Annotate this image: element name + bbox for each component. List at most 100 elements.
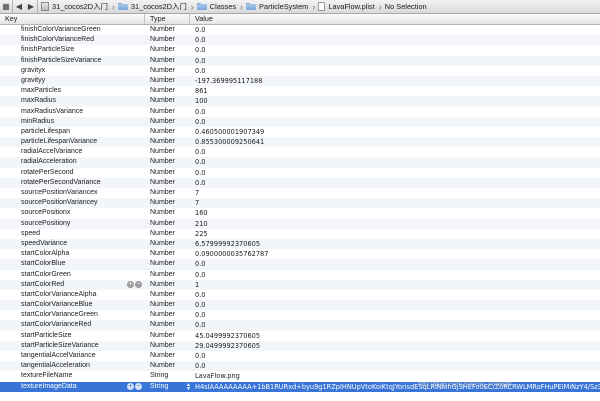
column-header-type[interactable]: Type <box>145 14 190 24</box>
row-value[interactable]: 210 <box>195 219 208 229</box>
table-row[interactable]: sourcePositiony Number 210 <box>0 218 600 229</box>
row-type[interactable]: Number <box>150 219 175 229</box>
table-row[interactable]: finishParticleSizeVariance Number 0.0 <box>0 55 600 66</box>
row-type[interactable]: Number <box>150 107 175 117</box>
breadcrumb-item[interactable]: › LavaFlow.plist <box>308 0 374 14</box>
add-item-icon[interactable]: + <box>127 383 134 391</box>
row-value[interactable]: LavaFlow.png <box>195 371 240 381</box>
table-row[interactable]: startColorBlue Number 0.0 <box>0 259 600 270</box>
row-type[interactable]: Number <box>150 25 175 35</box>
table-row[interactable]: sourcePositionx Number 160 <box>0 208 600 218</box>
row-value[interactable]: 0.0 <box>195 320 206 330</box>
row-type[interactable]: Number <box>150 56 175 66</box>
row-key[interactable]: finishParticleSize <box>21 45 74 55</box>
table-row[interactable]: startColorVarianceGreen Number 0.0 <box>0 310 600 320</box>
row-value[interactable]: 0.0 <box>195 157 206 167</box>
row-value[interactable]: 0.0900000035762787 <box>195 249 268 259</box>
row-key[interactable]: rotatePerSecond <box>21 168 74 178</box>
row-type[interactable]: Number <box>150 168 175 178</box>
row-value[interactable]: 29.0499992370605 <box>195 341 260 351</box>
row-value[interactable]: 1 <box>195 280 199 290</box>
table-row[interactable]: maxParticles Number 861 <box>0 86 600 96</box>
row-key[interactable]: sourcePositionVariancex <box>21 188 98 198</box>
row-value[interactable]: 0.0 <box>195 351 206 361</box>
table-row[interactable]: gravityx Number 0.0 <box>0 66 600 76</box>
row-key[interactable]: startColorRed <box>21 280 64 290</box>
related-items-icon[interactable]: ▦ <box>0 0 12 13</box>
row-key[interactable]: gravityy <box>21 76 45 86</box>
row-key[interactable]: maxRadius <box>21 96 56 106</box>
row-value[interactable]: 0.0 <box>195 270 206 280</box>
row-key[interactable]: particleLifespan <box>21 127 70 137</box>
row-type[interactable]: Number <box>150 137 175 147</box>
row-value[interactable]: 0.0 <box>195 66 206 76</box>
row-type[interactable]: Number <box>150 178 175 188</box>
row-value[interactable]: H4sIAAAAAAAAA+1bB1RURxd+byu9g1RZpIHNUpVt… <box>195 382 600 392</box>
row-type[interactable]: Number <box>150 300 175 310</box>
row-value[interactable]: 225 <box>195 229 208 239</box>
row-value[interactable]: 0.0 <box>195 300 206 310</box>
breadcrumb-item[interactable]: › ParticleSystem <box>236 0 308 14</box>
row-value[interactable]: 0.0 <box>195 361 206 371</box>
row-key[interactable]: sourcePositionVariancey <box>21 198 98 208</box>
row-key[interactable]: startParticleSizeVariance <box>21 341 99 351</box>
breadcrumb-item[interactable]: › No Selection <box>375 0 427 14</box>
row-type[interactable]: Number <box>150 86 175 96</box>
row-key[interactable]: speedVariance <box>21 239 67 249</box>
row-type[interactable]: Number <box>150 35 175 45</box>
row-type[interactable]: Number <box>150 310 175 320</box>
row-type[interactable]: Number <box>150 208 175 218</box>
row-value[interactable]: 0.0 <box>195 117 206 127</box>
row-key[interactable]: rotatePerSecondVariance <box>21 178 101 188</box>
row-type[interactable]: Number <box>150 66 175 76</box>
row-key[interactable]: maxRadiusVariance <box>21 107 83 117</box>
table-row[interactable]: tangentialAcceleration Number 0.0 <box>0 361 600 372</box>
row-type[interactable]: Number <box>150 351 175 361</box>
row-value[interactable]: 0.0 <box>195 56 206 66</box>
row-value[interactable]: 0.0 <box>195 45 206 55</box>
row-type[interactable]: Number <box>150 76 175 86</box>
table-row[interactable]: particleLifespanVariance Number 0.85530000… <box>0 137 600 148</box>
row-value[interactable]: 160 <box>195 208 208 218</box>
breadcrumb-item[interactable]: 31_cocos2D入门 <box>41 0 108 14</box>
row-type[interactable]: Number <box>150 290 175 300</box>
back-arrow-icon[interactable]: ◀ <box>13 0 25 13</box>
table-row[interactable]: particleLifespan Number 0.460500001907349 <box>0 127 600 137</box>
table-row[interactable]: radialAccelVariance Number 0.0 <box>0 147 600 157</box>
row-type[interactable]: Number <box>150 147 175 157</box>
row-type[interactable]: Number <box>150 249 175 259</box>
table-row[interactable]: startColorVarianceBlue Number 0.0 <box>0 300 600 311</box>
table-row[interactable]: finishColorVarianceGreen Number 0.0 <box>0 25 600 35</box>
table-row[interactable]: gravityy Number -197.369995117188 <box>0 75 600 87</box>
row-key[interactable]: tangentialAcceleration <box>21 361 90 371</box>
row-value[interactable]: 0.0 <box>195 178 206 188</box>
row-value[interactable]: 0.0 <box>195 35 206 45</box>
row-type[interactable]: Number <box>150 331 175 341</box>
remove-item-icon[interactable]: − <box>135 383 142 391</box>
row-type[interactable]: String <box>150 382 168 392</box>
table-row[interactable]: startParticleSize Number 45.0499992370605 <box>0 331 600 341</box>
row-value[interactable]: 7 <box>195 198 199 208</box>
row-key[interactable]: startColorVarianceRed <box>21 320 91 330</box>
table-row[interactable]: sourcePositionVariancex Number 7 <box>0 188 600 198</box>
row-key[interactable]: particleLifespanVariance <box>21 137 97 147</box>
row-type[interactable]: Number <box>150 239 175 249</box>
row-value[interactable]: -197.369995117188 <box>195 76 262 86</box>
row-value[interactable]: 7 <box>195 188 199 198</box>
row-key[interactable]: finishParticleSizeVariance <box>21 56 101 66</box>
row-key[interactable]: startColorAlpha <box>21 249 69 259</box>
table-row[interactable]: speedVariance Number 6.57999992370605 <box>0 238 600 250</box>
table-row[interactable]: radialAcceleration Number 0.0 <box>0 157 600 168</box>
row-key[interactable]: finishColorVarianceGreen <box>21 25 101 35</box>
add-item-icon[interactable]: + <box>127 281 134 289</box>
row-key[interactable]: sourcePositionx <box>21 208 70 218</box>
table-row[interactable]: sourcePositionVariancey Number 7 <box>0 198 600 209</box>
row-type[interactable]: Number <box>150 96 175 106</box>
row-value[interactable]: 0.0 <box>195 259 206 269</box>
breadcrumb-item[interactable]: › Classes <box>187 0 236 14</box>
table-row[interactable]: tangentialAccelVariance Number 0.0 <box>0 351 600 361</box>
row-key[interactable]: startColorBlue <box>21 259 65 269</box>
row-type[interactable]: Number <box>150 361 175 371</box>
row-type[interactable]: Number <box>150 127 175 137</box>
row-value[interactable]: 0.0 <box>195 310 206 320</box>
